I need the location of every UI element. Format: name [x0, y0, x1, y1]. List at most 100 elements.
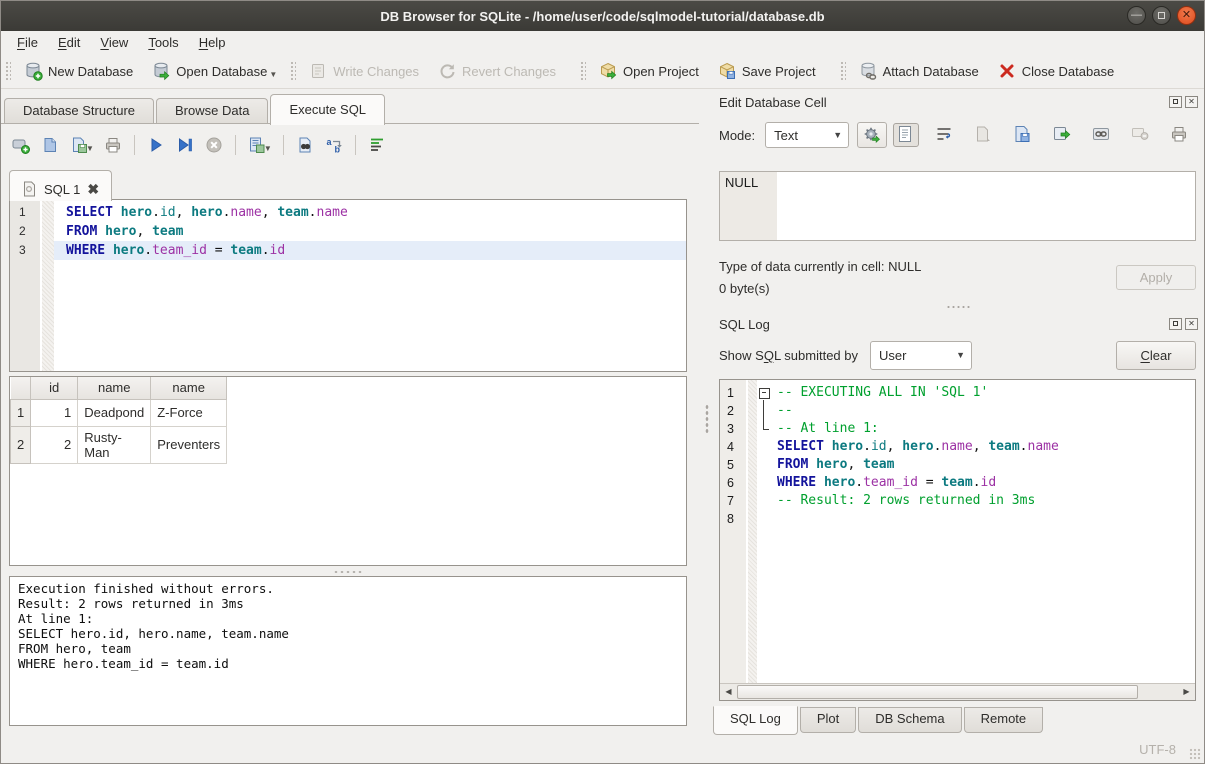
float-dock-icon[interactable]: [1169, 318, 1182, 330]
tab-plot[interactable]: Plot: [800, 707, 856, 733]
editor-code[interactable]: 1SELECT hero.id, hero.name, team.name2FR…: [10, 200, 686, 260]
print-cell-button[interactable]: [1166, 123, 1192, 147]
cell-editor-area[interactable]: [777, 172, 1195, 240]
column-header-id[interactable]: id: [31, 377, 78, 399]
corner-header[interactable]: [11, 377, 31, 399]
close-icon[interactable]: ✕: [1177, 6, 1196, 25]
tab-database-structure[interactable]: Database Structure: [4, 98, 154, 124]
close-dock-icon[interactable]: ✕: [1185, 318, 1198, 330]
word-wrap-button[interactable]: [932, 123, 958, 147]
stop-icon[interactable]: [204, 135, 224, 155]
scrollbar-thumb[interactable]: [737, 685, 1138, 699]
save-results-dropdown-icon[interactable]: ▼: [264, 144, 272, 155]
tab-sql-log[interactable]: SQL Log: [713, 706, 798, 735]
row-header[interactable]: 2: [11, 426, 31, 463]
menu-file[interactable]: File: [7, 32, 48, 53]
dock-splitter[interactable]: [946, 305, 972, 308]
close-database-button[interactable]: Close Database: [988, 56, 1124, 86]
horizontal-scrollbar[interactable]: ◀ ▶: [720, 683, 1195, 700]
revert-changes-button[interactable]: Revert Changes: [428, 56, 565, 86]
code-line: 8: [720, 510, 1195, 528]
menu-help[interactable]: Help: [189, 32, 236, 53]
left-panel: Database Structure Browse Data Execute S…: [1, 89, 701, 735]
sql-doc-tab[interactable]: SQL 1 ✖: [9, 170, 112, 201]
float-dock-icon[interactable]: [1169, 96, 1182, 108]
sql-editor[interactable]: 1SELECT hero.id, hero.name, team.name2FR…: [9, 199, 687, 372]
vertical-splitter[interactable]: [701, 89, 713, 735]
code-line: 7-- Result: 2 rows returned in 3ms: [720, 492, 1195, 510]
open-sql-file-icon[interactable]: [40, 135, 60, 155]
titlebar[interactable]: DB Browser for SQLite - /home/user/code/…: [1, 1, 1204, 31]
maximize-icon[interactable]: [1152, 6, 1171, 25]
horizontal-splitter[interactable]: [9, 568, 687, 574]
open-in-app-button[interactable]: [1049, 123, 1075, 147]
resize-grip-icon[interactable]: [1189, 748, 1201, 760]
window-title: DB Browser for SQLite - /home/user/code/…: [1, 9, 1204, 24]
close-dock-icon[interactable]: ✕: [1185, 96, 1198, 108]
mode-row: Mode: Text ▼: [719, 121, 1196, 149]
execution-message-box[interactable]: Execution finished without errors. Resul…: [9, 576, 687, 726]
find-icon[interactable]: [295, 135, 315, 155]
cell-id[interactable]: 1: [31, 399, 78, 426]
execution-message-text: Execution finished without errors. Resul…: [18, 581, 678, 671]
write-changes-button[interactable]: Write Changes: [299, 56, 428, 86]
print-icon[interactable]: [103, 135, 123, 155]
sql-log-dock-header: SQL Log ✕: [719, 315, 1198, 333]
export-icon: [1052, 125, 1072, 145]
menu-view[interactable]: View: [90, 32, 138, 53]
tab-db-schema[interactable]: DB Schema: [858, 707, 961, 733]
clear-button[interactable]: Clear: [1116, 341, 1196, 370]
copy-link-button[interactable]: [1088, 123, 1114, 147]
set-null-button[interactable]: [1127, 123, 1153, 147]
cell-editor[interactable]: NULL: [719, 171, 1196, 241]
scroll-left-icon[interactable]: ◀: [720, 684, 737, 700]
toolbar-handle[interactable]: [4, 60, 11, 82]
text-mode-button[interactable]: [893, 123, 919, 147]
sql-log-view[interactable]: 1-- EXECUTING ALL IN 'SQL 1'2--3-- At li…: [719, 379, 1196, 701]
cell-size-info: 0 byte(s): [719, 281, 770, 296]
attach-database-button[interactable]: Attach Database: [849, 56, 988, 86]
scrollbar-track[interactable]: [737, 684, 1178, 700]
tab-browse-data[interactable]: Browse Data: [156, 98, 268, 124]
close-sql-tab-icon[interactable]: ✖: [87, 183, 99, 195]
tab-execute-sql[interactable]: Execute SQL: [270, 94, 385, 125]
format-sql-icon[interactable]: [367, 135, 387, 155]
mode-select[interactable]: Text ▼: [765, 122, 849, 148]
menu-tools[interactable]: Tools: [138, 32, 188, 53]
apply-button[interactable]: Apply: [1116, 265, 1196, 290]
import-from-file-button[interactable]: [971, 123, 997, 147]
open-database-button[interactable]: Open Database ▼: [142, 56, 286, 86]
find-replace-icon[interactable]: ab: [324, 135, 344, 155]
cell-type-info: Type of data currently in cell: NULL: [719, 259, 921, 274]
minimize-icon[interactable]: —: [1127, 6, 1146, 25]
open-database-dropdown-icon[interactable]: ▼: [269, 70, 277, 81]
open-project-icon: [598, 61, 618, 81]
column-header-name[interactable]: name: [78, 377, 151, 399]
new-sql-tab-icon[interactable]: [11, 135, 31, 155]
cell-hero-name[interactable]: Deadpond: [78, 399, 151, 426]
code-line: 6WHERE hero.team_id = team.id: [720, 474, 1195, 492]
cell-hero-name[interactable]: Rusty-Man: [78, 426, 151, 463]
new-database-button[interactable]: New Database: [14, 56, 142, 86]
cell-id[interactable]: 2: [31, 426, 78, 463]
toolbar-handle[interactable]: [579, 60, 586, 82]
save-project-button[interactable]: Save Project: [708, 56, 825, 86]
cell-team-name[interactable]: Preventers: [151, 426, 227, 463]
cell-team-name[interactable]: Z-Force: [151, 399, 227, 426]
code-line: 3WHERE hero.team_id = team.id: [10, 241, 686, 260]
row-header[interactable]: 1: [11, 399, 31, 426]
scroll-right-icon[interactable]: ▶: [1178, 684, 1195, 700]
word-wrap-icon: [935, 125, 955, 145]
submitted-by-select[interactable]: User ▼: [870, 341, 972, 370]
column-header-name2[interactable]: name: [151, 377, 227, 399]
toolbar-handle[interactable]: [839, 60, 846, 82]
execute-sql-icon[interactable]: [146, 135, 166, 155]
save-sql-dropdown-icon[interactable]: ▼: [86, 144, 94, 155]
export-to-file-button[interactable]: [1010, 123, 1036, 147]
auto-apply-button[interactable]: [857, 122, 887, 148]
execute-current-line-icon[interactable]: [175, 135, 195, 155]
open-project-button[interactable]: Open Project: [589, 56, 708, 86]
tab-remote[interactable]: Remote: [964, 707, 1044, 733]
toolbar-handle[interactable]: [289, 60, 296, 82]
menu-edit[interactable]: Edit: [48, 32, 90, 53]
